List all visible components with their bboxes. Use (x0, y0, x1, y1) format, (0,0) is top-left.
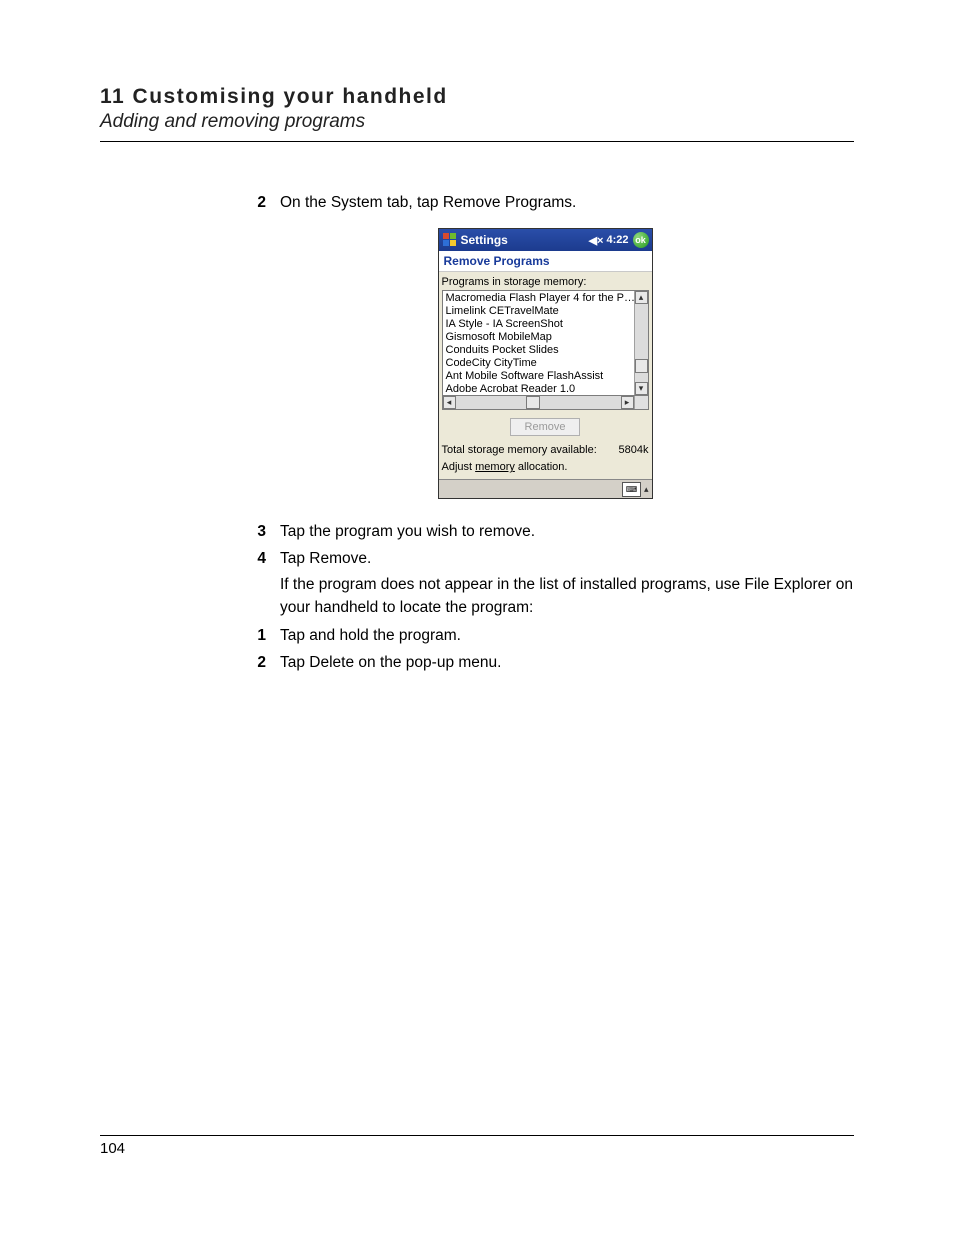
keyboard-icon[interactable]: ⌨ (622, 482, 641, 497)
device-bottombar: ⌨ ▴ (439, 479, 652, 498)
device-screenshot: Settings ◀× 4:22 ok Remove Programs Prog… (236, 228, 854, 499)
screen-subtitle: Remove Programs (439, 251, 652, 272)
remove-button[interactable]: Remove (510, 418, 581, 436)
step-row: 4 Tap Remove. (236, 548, 854, 570)
programs-label: Programs in storage memory: (442, 274, 649, 290)
vertical-scrollbar[interactable]: ▴ ▾ (634, 291, 648, 395)
step-row: 1 Tap and hold the program. (236, 625, 854, 647)
note-text: If the program does not appear in the li… (280, 574, 854, 619)
list-item[interactable]: Adobe Acrobat Reader 1.0 (446, 383, 631, 395)
step-row: 2 On the System tab, tap Remove Programs… (236, 192, 854, 214)
scroll-up-icon[interactable]: ▴ (635, 291, 648, 304)
list-item[interactable]: Ant Mobile Software FlashAssist (446, 370, 631, 383)
step-text: Tap and hold the program. (280, 625, 854, 647)
ok-button[interactable]: ok (633, 232, 649, 248)
scroll-thumb[interactable] (635, 359, 648, 373)
device-title: Settings (461, 233, 585, 247)
device-titlebar: Settings ◀× 4:22 ok (439, 229, 652, 251)
step-number: 1 (236, 625, 280, 647)
step-number: 4 (236, 548, 280, 570)
status-time: ◀× 4:22 (589, 234, 629, 247)
horizontal-scrollbar[interactable]: ◂ ▸ (442, 396, 649, 410)
sip-up-icon[interactable]: ▴ (644, 484, 649, 495)
adjust-allocation: Adjust memory allocation. (442, 460, 649, 477)
list-item[interactable]: CodeCity CityTime (446, 357, 631, 370)
scroll-thumb[interactable] (526, 396, 540, 409)
scroll-corner (634, 396, 648, 409)
step-text: On the System tab, tap Remove Programs. (280, 192, 854, 214)
memory-value: 5804k (619, 444, 649, 456)
list-item[interactable]: IA Style - IA ScreenShot (446, 318, 631, 331)
step-text: Tap Remove. (280, 548, 854, 570)
list-item[interactable]: Gismosoft MobileMap (446, 331, 631, 344)
chapter-title: 11 Customising your handheld (100, 85, 854, 109)
list-item[interactable]: Limelink CETravelMate (446, 305, 631, 318)
page-header: 11 Customising your handheld Adding and … (100, 85, 854, 142)
step-text: Tap Delete on the pop-up menu. (280, 652, 854, 674)
step-row: 2 Tap Delete on the pop-up menu. (236, 652, 854, 674)
list-item[interactable]: Conduits Pocket Slides (446, 344, 631, 357)
step-number: 2 (236, 652, 280, 674)
page-number: 104 (100, 1140, 125, 1157)
list-item[interactable]: Macromedia Flash Player 4 for the P… (446, 292, 631, 305)
memory-row: Total storage memory available: 5804k (442, 442, 649, 460)
scroll-right-icon[interactable]: ▸ (621, 396, 634, 409)
programs-listbox[interactable]: Macromedia Flash Player 4 for the P… Lim… (442, 290, 649, 396)
step-number: 2 (236, 192, 280, 214)
page-footer: 104 (100, 1135, 854, 1157)
content-area: 2 On the System tab, tap Remove Programs… (236, 192, 854, 674)
scroll-down-icon[interactable]: ▾ (635, 382, 648, 395)
step-text: Tap the program you wish to remove. (280, 521, 854, 543)
memory-label: Total storage memory available: (442, 444, 597, 456)
scroll-left-icon[interactable]: ◂ (443, 396, 456, 409)
windows-logo-icon (442, 232, 458, 248)
volume-icon: ◀× (589, 234, 604, 247)
step-number: 3 (236, 521, 280, 543)
section-title: Adding and removing programs (100, 111, 854, 133)
memory-link[interactable]: memory (475, 461, 515, 473)
step-row: 3 Tap the program you wish to remove. (236, 521, 854, 543)
